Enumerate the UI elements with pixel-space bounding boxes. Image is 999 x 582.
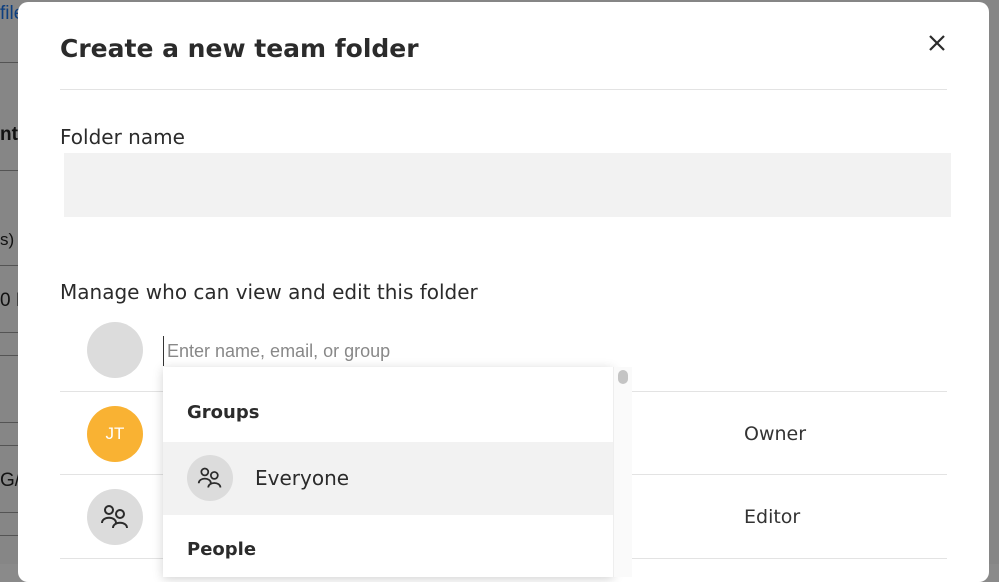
suggestion-everyone[interactable]: Everyone (163, 442, 613, 515)
group-icon (197, 467, 222, 488)
avatar: JT (87, 406, 143, 462)
share-suggestions-dropdown: Groups Everyone People (163, 367, 613, 577)
title-divider (60, 89, 947, 90)
people-heading: People (187, 539, 257, 560)
avatar (87, 489, 143, 545)
folder-name-input[interactable] (64, 153, 951, 217)
scrollbar-thumb[interactable] (618, 370, 628, 384)
close-button[interactable] (926, 32, 948, 54)
dropdown-scrollbar[interactable] (613, 367, 632, 577)
dialog-title: Create a new team folder (60, 34, 419, 63)
create-team-folder-dialog: Create a new team folder Folder name Man… (18, 2, 989, 582)
close-icon (929, 35, 945, 51)
groups-heading: Groups (187, 402, 260, 423)
permissions-label: Manage who can view and edit this folder (60, 280, 478, 304)
group-icon (101, 505, 128, 529)
avatar-placeholder (87, 322, 143, 378)
member-role[interactable]: Owner (744, 423, 806, 445)
share-search-input[interactable] (163, 336, 637, 366)
suggestion-label: Everyone (255, 466, 350, 490)
avatar-initials: JT (105, 424, 125, 443)
member-role[interactable]: Editor (744, 506, 800, 528)
folder-name-label: Folder name (60, 125, 185, 149)
group-avatar (187, 455, 233, 501)
